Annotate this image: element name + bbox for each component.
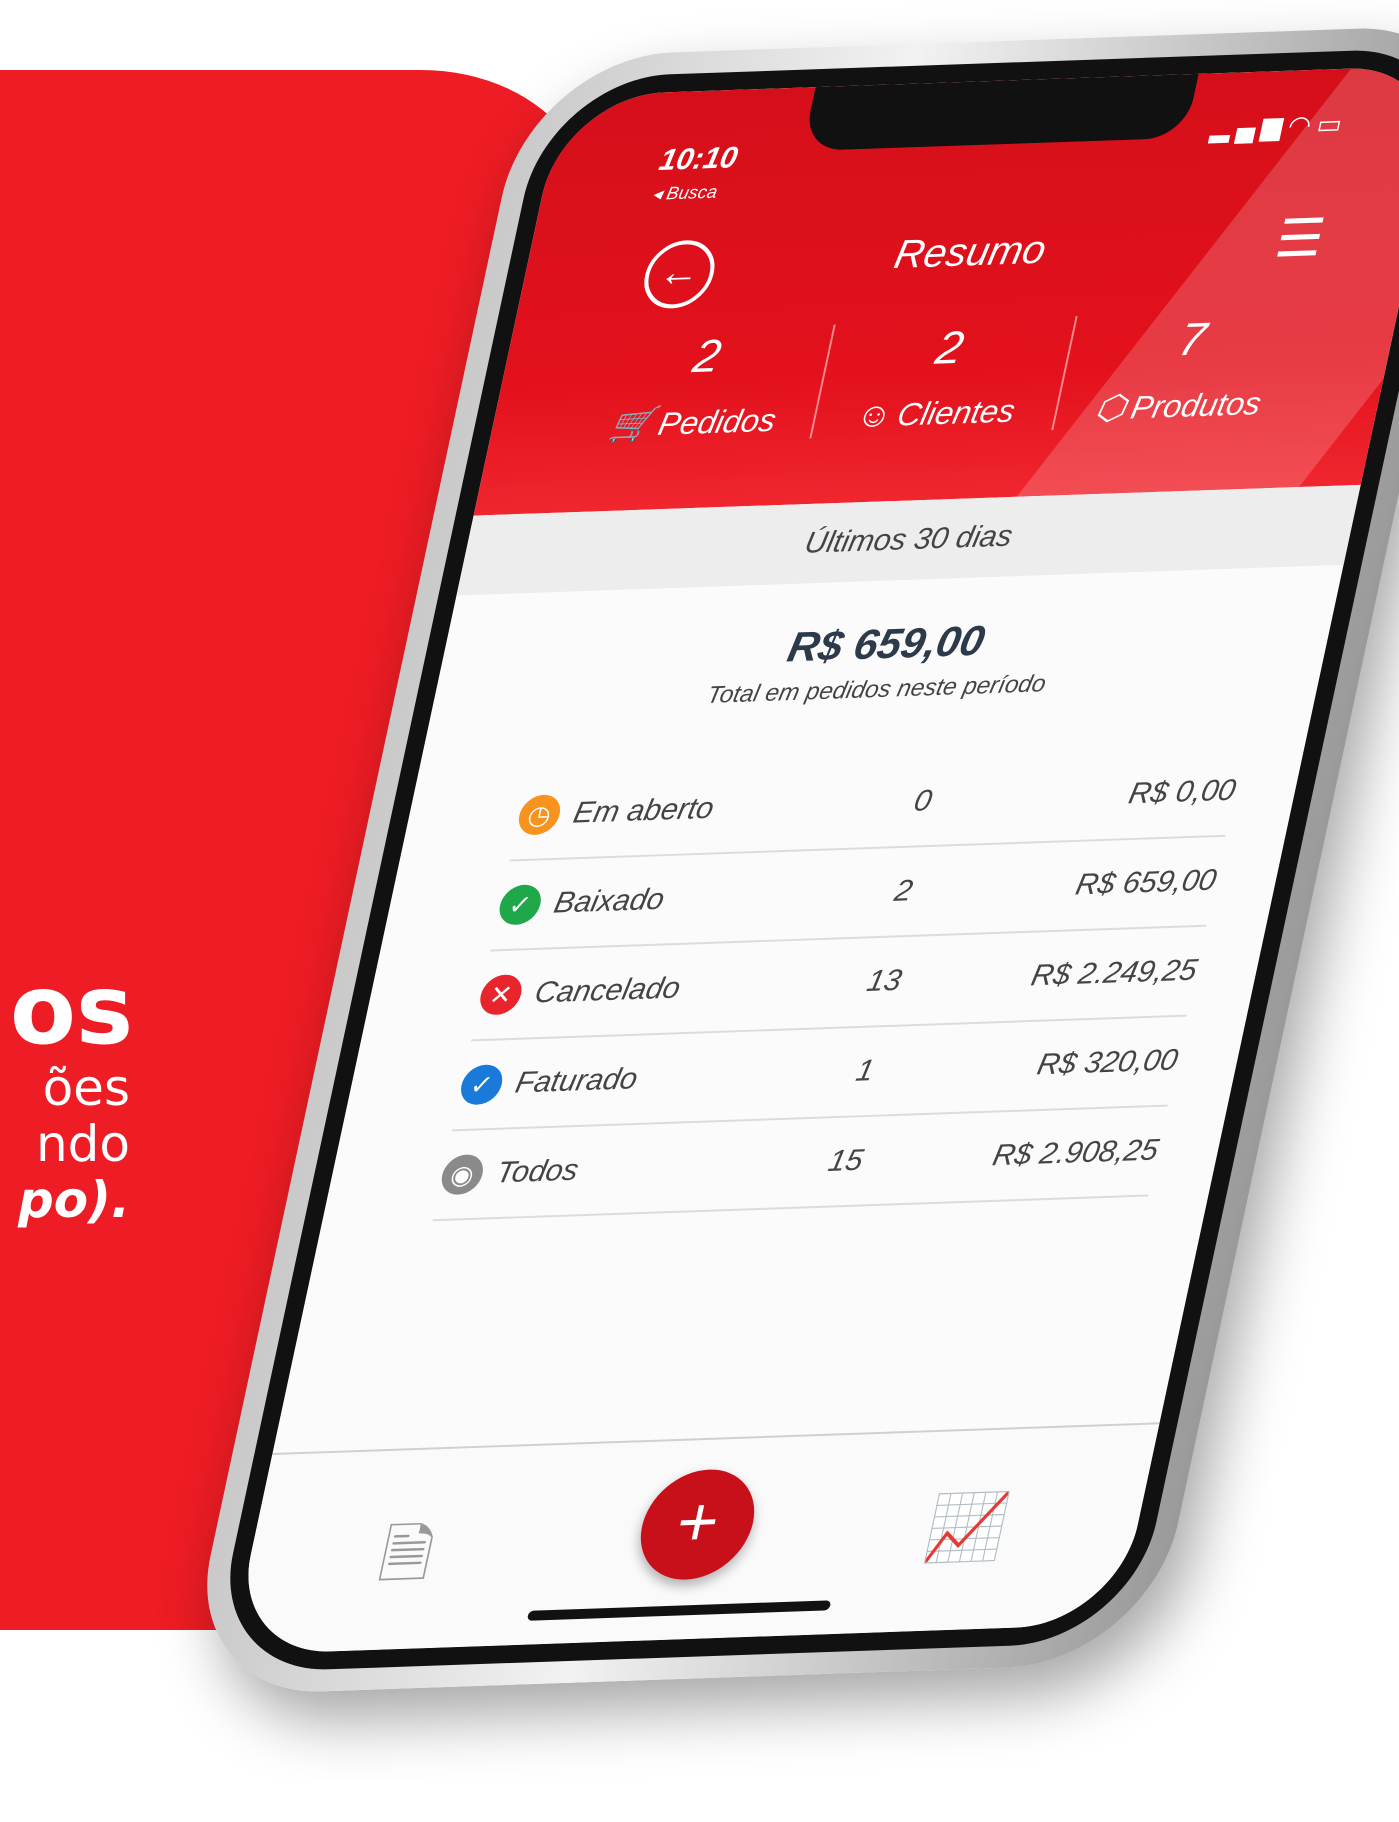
stat-clientes[interactable]: 2 ☺Clientes <box>810 316 1079 439</box>
basket-icon: 🛒 <box>606 405 658 445</box>
row-value: R$ 320,00 <box>1034 1043 1181 1082</box>
user-icon: ☺ <box>852 395 897 435</box>
plus-icon: + <box>669 1481 728 1562</box>
status-icons: ▂▄▆◠▭ <box>1208 108 1351 144</box>
row-count: 0 <box>910 784 935 818</box>
sliders-icon: ☰ <box>1270 209 1330 269</box>
stat-label: Produtos <box>1127 385 1265 426</box>
bottom-toolbar: 🗎 + 📈 <box>229 1422 1160 1655</box>
row-value: R$ 0,00 <box>1125 773 1239 811</box>
row-name: Baixado <box>551 882 668 920</box>
promo-line-1: ões <box>42 1059 130 1117</box>
signal-icon: ▂▄▆ <box>1208 110 1292 143</box>
home-indicator <box>526 1600 832 1621</box>
stat-label: Pedidos <box>655 401 780 442</box>
chart-icon[interactable]: 📈 <box>919 1489 1015 1567</box>
row-count: 13 <box>863 963 905 999</box>
promo-line-3: po). <box>18 1171 130 1228</box>
stat-value: 2 <box>688 329 726 383</box>
row-name: Cancelado <box>531 971 684 1010</box>
check-icon: ✓ <box>495 884 545 926</box>
status-time: 10:10 <box>656 141 741 177</box>
stat-label: Clientes <box>894 392 1019 433</box>
filter-button[interactable]: ☰ <box>1270 208 1330 270</box>
battery-icon: ▭ <box>1314 108 1352 140</box>
status-list: ◷ Em aberto 0 R$ 0,00 ✓ Baixado 2 R$ 659… <box>432 746 1245 1222</box>
stat-value: 2 <box>931 320 969 374</box>
row-count: 1 <box>853 1054 877 1088</box>
row-name: Faturado <box>512 1062 641 1100</box>
row-name: Em aberto <box>570 791 717 830</box>
promo-headline: os <box>10 960 134 1066</box>
close-icon: ✕ <box>476 974 526 1016</box>
row-count: 2 <box>891 874 916 908</box>
check-icon: ✓ <box>457 1064 507 1106</box>
page-title: Resumo <box>890 227 1051 277</box>
row-value: R$ 2.249,25 <box>1028 953 1201 993</box>
stat-value: 7 <box>1174 312 1212 366</box>
row-value: R$ 2.908,25 <box>989 1133 1162 1173</box>
row-value: R$ 659,00 <box>1072 863 1220 902</box>
status-back-link[interactable]: ◂ Busca <box>650 182 719 205</box>
add-order-button[interactable]: + <box>630 1467 765 1582</box>
stat-produtos[interactable]: 7 ⬡Produtos <box>1054 308 1319 430</box>
wifi-icon: ◠ <box>1285 109 1321 141</box>
stat-pedidos[interactable]: 2 🛒Pedidos <box>568 324 836 447</box>
clock-icon: ◷ <box>515 794 564 836</box>
row-name: Todos <box>493 1153 582 1190</box>
box-icon: ⬡ <box>1091 388 1130 428</box>
promo-line-2: ndo <box>35 1115 130 1173</box>
stats-row: 2 🛒Pedidos 2 ☺Clientes 7 ⬡Produtos <box>568 308 1318 447</box>
promo-text: os ões ndo po). <box>0 960 260 1228</box>
basket-icon: ◉ <box>437 1153 487 1196</box>
total-summary: R$ 659,00 Total em pedidos neste período <box>430 605 1335 720</box>
document-icon[interactable]: 🗎 <box>367 1509 442 1619</box>
row-count: 15 <box>825 1143 867 1178</box>
